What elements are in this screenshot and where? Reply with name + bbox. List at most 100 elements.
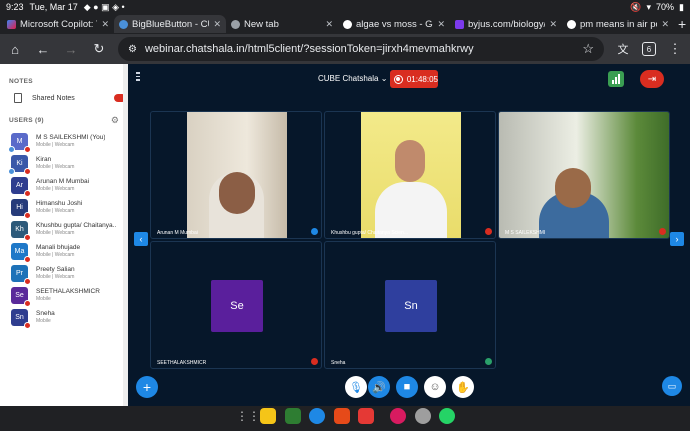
leave-meeting-button[interactable]: ⇥ <box>640 70 664 88</box>
close-icon[interactable]: ✕ <box>325 19 333 30</box>
new-tab-plus-icon[interactable]: + <box>678 16 686 32</box>
settings-app-icon[interactable] <box>415 408 431 424</box>
video-tile[interactable]: Khushbu gupta/ Chaitanya Scien... <box>324 111 496 239</box>
tab-copilot[interactable]: Microsoft Copilot: Y ✕ <box>2 15 114 33</box>
user-name: Khushbu gupta/ Chaitanya... <box>36 221 116 229</box>
user-avatar: Kh <box>11 220 31 241</box>
video-tile[interactable]: Arunan M Mumbai <box>150 111 322 239</box>
tab-new-tab[interactable]: New tab ✕ <box>226 15 338 33</box>
notification-icons: ◆ ● ▣ ◈ • <box>83 1 125 12</box>
mic-muted-icon <box>311 358 318 365</box>
bookmark-star-icon[interactable]: ☆ <box>582 41 594 57</box>
youtube-app-icon[interactable] <box>358 408 374 424</box>
shared-notes-label: Shared Notes <box>32 94 75 102</box>
site-info-icon[interactable]: ⚙ <box>128 44 137 55</box>
user-list-item[interactable]: Hi Himanshu Joshi Mobile | Webcam <box>0 196 128 219</box>
gear-icon[interactable]: ⚙ <box>111 115 119 126</box>
menu-kebab-icon[interactable]: ⋮ <box>666 41 684 57</box>
close-icon[interactable]: ✕ <box>101 19 109 30</box>
user-device: Mobile | Webcam <box>36 251 75 258</box>
user-list-item[interactable]: Ma Manali bhujade Mobile | Webcam <box>0 240 128 263</box>
copilot-favicon-icon <box>7 19 16 29</box>
close-icon[interactable]: ✕ <box>549 19 557 30</box>
google-favicon-icon <box>343 19 352 29</box>
video-tile[interactable]: Se SEETHALAKSHMICR <box>150 241 322 369</box>
participant-face <box>395 140 425 182</box>
user-text: Sneha Mobile <box>36 310 55 325</box>
mic-status-dot <box>24 321 31 329</box>
prev-page-arrow-icon[interactable]: ‹ <box>134 232 148 246</box>
byjus-favicon-icon <box>455 19 464 29</box>
close-icon[interactable]: ✕ <box>437 19 445 30</box>
android-taskbar: ⋮⋮ <box>0 406 690 431</box>
user-list-item[interactable]: M M S SAILEKSHMI (You) Mobile | Webcam <box>0 130 128 153</box>
whatsapp-app-icon[interactable] <box>439 408 455 424</box>
raise-hand-button[interactable]: ✋ <box>452 376 474 398</box>
flower-app-icon[interactable] <box>390 408 406 424</box>
tab-algae-vs-moss[interactable]: algae vs moss - Goo ✕ <box>338 15 450 33</box>
phone-app-icon[interactable] <box>285 408 301 424</box>
mute-icon: 🔇 <box>630 1 642 12</box>
user-device: Mobile | Webcam <box>36 163 75 170</box>
omnibox[interactable]: ⚙ webinar.chatshala.in/html5client/?sess… <box>118 37 604 61</box>
user-list-item[interactable]: Pr Preety Salian Mobile | Webcam <box>0 262 128 285</box>
contacts-app-icon[interactable] <box>334 408 350 424</box>
reactions-button[interactable]: ☺ <box>424 376 446 398</box>
hamburger-menu-icon[interactable] <box>136 72 146 82</box>
recording-indicator[interactable]: 01:48:05 <box>390 70 438 88</box>
user-list-item[interactable]: Sn Sneha Mobile <box>0 306 128 329</box>
close-icon[interactable]: ✕ <box>661 19 669 30</box>
tab-title: algae vs moss - Goo <box>356 18 433 30</box>
tab-byjus[interactable]: byjus.com/biology/d ✕ <box>450 15 562 33</box>
user-device: Mobile | Webcam <box>36 207 75 214</box>
user-list-item[interactable]: Kh Khushbu gupta/ Chaitanya... Mobile | We… <box>0 218 128 241</box>
avatar-initials: Sn <box>385 280 437 332</box>
user-name: Himanshu Joshi <box>36 199 83 207</box>
user-list-item[interactable]: Ki Kiran Mobile | Webcam <box>0 152 128 175</box>
user-name: SEETHALAKSHMICR <box>36 287 100 295</box>
messages-app-icon[interactable] <box>309 408 325 424</box>
webcam-feed <box>187 112 287 238</box>
translate-icon[interactable]: 文 <box>614 41 632 57</box>
status-bar: 9:23 Tue, Mar 17 ◆ ● ▣ ◈ • 🔇 ▾ 70% ▮ <box>0 0 690 14</box>
user-list-item[interactable]: Se SEETHALAKSHMICR Mobile <box>0 284 128 307</box>
video-tile[interactable]: Sn Sneha <box>324 241 496 369</box>
presentation-toggle-button[interactable]: ▭ <box>662 376 682 396</box>
mic-muted-icon <box>485 228 492 235</box>
actions-plus-button[interactable]: + <box>136 376 158 398</box>
meeting-name: CUBE Chatshala <box>318 74 379 83</box>
next-page-arrow-icon[interactable]: › <box>670 232 684 246</box>
video-tile[interactable]: M S SAILEKSHMI <box>498 111 670 239</box>
meeting-area: CUBE Chatshala ⌄ 01:48:05 ⇥ ‹ › Arunan M… <box>128 64 690 406</box>
tab-pm-air-poll[interactable]: pm means in air poll ✕ <box>562 15 674 33</box>
tab-count-button[interactable]: 6 <box>642 42 656 56</box>
home-icon[interactable]: ⌂ <box>6 42 24 57</box>
tab-title: BigBlueButton - CU <box>132 18 210 30</box>
reload-icon[interactable]: ↻ <box>90 41 108 57</box>
shared-notes-item[interactable]: Shared Notes <box>0 87 128 109</box>
mute-mic-button[interactable]: 🎙 <box>345 376 367 398</box>
tab-bigbluebutton[interactable]: BigBlueButton - CU ✕ <box>114 15 226 33</box>
close-icon[interactable]: ✕ <box>213 19 221 30</box>
mic-on-icon <box>485 358 492 365</box>
tile-name-label: Khushbu gupta/ Chaitanya Scien... <box>331 230 408 236</box>
mic-muted-icon <box>659 228 666 235</box>
forward-arrow-icon[interactable]: → <box>62 42 80 57</box>
connection-status-icon[interactable] <box>608 71 624 87</box>
document-icon <box>14 93 22 103</box>
notes-app-icon[interactable] <box>260 408 276 424</box>
user-list-item[interactable]: Ar Arunan M Mumbai Mobile | Webcam <box>0 174 128 197</box>
tab-title: Microsoft Copilot: Y <box>20 18 98 30</box>
user-name: Preety Salian <box>36 265 75 273</box>
audio-button[interactable]: 🔊 <box>368 376 390 398</box>
user-avatar: Ar <box>11 176 31 197</box>
tile-name-label: Arunan M Mumbai <box>157 230 198 236</box>
user-text: Preety Salian Mobile | Webcam <box>36 266 75 281</box>
webcam-button[interactable]: ■ <box>396 376 418 398</box>
app-drawer-icon[interactable]: ⋮⋮ <box>236 409 260 423</box>
user-device: Mobile | Webcam <box>36 273 75 280</box>
meeting-title[interactable]: CUBE Chatshala ⌄ <box>318 74 387 83</box>
back-arrow-icon[interactable]: ← <box>34 42 52 57</box>
record-icon <box>394 74 403 84</box>
avatar-initials: Se <box>211 280 263 332</box>
